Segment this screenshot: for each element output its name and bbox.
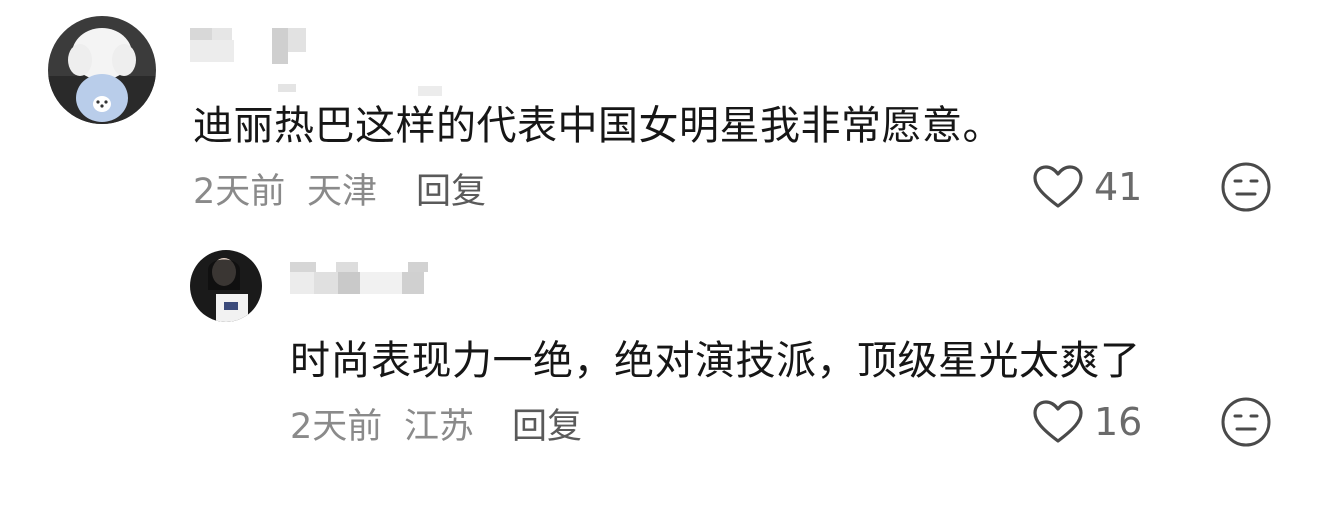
reply-button[interactable]: 回复: [512, 398, 582, 449]
like-button[interactable]: 16: [1032, 399, 1142, 445]
comment-location: 江苏: [404, 407, 475, 447]
neutral-face-icon: [1221, 162, 1271, 212]
dog-avatar-icon: [48, 16, 156, 124]
comment-thread: 迪丽热巴这样的代表中国女明星我非常愿意。 2天前 天津 回复 41 时尚表现力一…: [0, 0, 1320, 514]
comment-location: 天津: [307, 172, 378, 212]
user-avatar[interactable]: [48, 16, 156, 124]
heart-outline-icon: [1033, 165, 1083, 208]
user-avatar[interactable]: [190, 250, 262, 322]
like-count: 41: [1094, 165, 1143, 209]
comment-text: 迪丽热巴这样的代表中国女明星我非常愿意。: [193, 103, 1003, 149]
dislike-button[interactable]: [1220, 396, 1272, 448]
username-redacted: [190, 40, 234, 62]
comment-text: 时尚表现力一绝，绝对演技派，顶级星光太爽了: [290, 338, 1141, 384]
comment-time: 2天前: [193, 172, 286, 212]
like-count: 16: [1094, 400, 1143, 444]
girl-avatar-icon: [190, 250, 262, 322]
neutral-face-icon: [1221, 397, 1271, 447]
dislike-button[interactable]: [1220, 161, 1272, 213]
username-redacted: [290, 272, 424, 294]
username-redacted[interactable]: [290, 262, 428, 272]
heart-outline-icon: [1033, 400, 1083, 443]
username-redacted: [278, 84, 296, 92]
like-button[interactable]: 41: [1032, 164, 1142, 210]
comment-time: 2天前: [290, 407, 383, 447]
reply-button[interactable]: 回复: [416, 163, 486, 214]
